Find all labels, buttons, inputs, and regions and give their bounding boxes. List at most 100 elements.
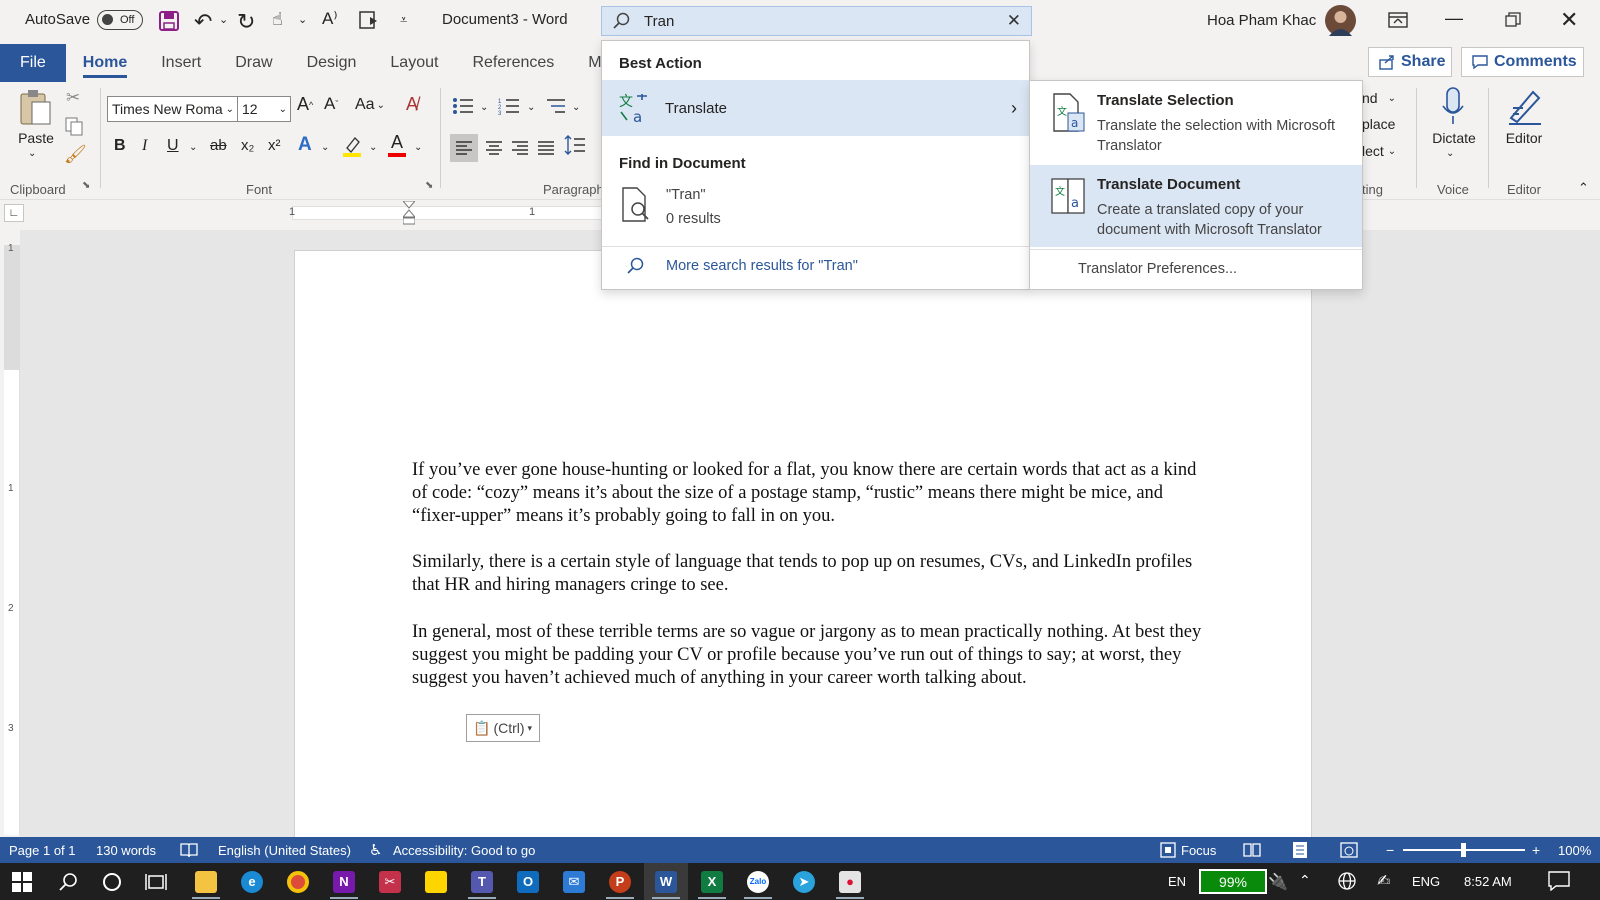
paste-dropdown-icon[interactable]: ⌄	[28, 148, 36, 159]
task-view-icon[interactable]	[134, 863, 178, 900]
numbering-icon[interactable]: 123	[498, 96, 520, 116]
power-plug-icon[interactable]: 🔌	[1268, 872, 1288, 892]
chevron-up-icon[interactable]: ⌃	[1299, 872, 1311, 889]
zalo-icon[interactable]: Zalo	[736, 863, 780, 900]
mail-icon[interactable]: ✉	[552, 863, 596, 900]
subscript-button[interactable]: x₂	[241, 137, 254, 154]
multilevel-dropdown-icon[interactable]: ⌄	[572, 102, 580, 113]
grow-font-icon[interactable]: A ^	[297, 94, 313, 115]
battery-indicator[interactable]: 99%	[1199, 869, 1267, 894]
change-case-button[interactable]: Aa ⌄	[355, 96, 385, 114]
editor-label[interactable]: Editor	[1500, 130, 1548, 146]
tab-design[interactable]: Design	[290, 54, 374, 82]
highlight-dropdown-icon[interactable]: ⌄	[369, 142, 377, 153]
file-explorer-icon[interactable]	[184, 863, 228, 900]
input-language[interactable]: EN	[1168, 874, 1186, 889]
tab-home[interactable]: Home	[66, 54, 144, 82]
strikethrough-button[interactable]: ab	[210, 137, 227, 154]
underline-button[interactable]: U	[167, 137, 179, 155]
autosave-toggle[interactable]: Off	[97, 10, 143, 30]
font-name-combo[interactable]: Times New Roma ⌄	[107, 96, 238, 122]
font-color-icon[interactable]: A	[388, 132, 406, 157]
font-size-combo[interactable]: 12 ⌄	[237, 96, 291, 122]
sticky-notes-icon[interactable]	[414, 863, 458, 900]
paste-icon[interactable]	[18, 88, 54, 128]
zoom-in-icon[interactable]: +	[1532, 837, 1540, 863]
redo-icon[interactable]: ↻	[237, 9, 255, 35]
word-icon[interactable]: W	[644, 863, 688, 900]
form-icon[interactable]	[358, 9, 380, 31]
translator-preferences-item[interactable]: Translator Preferences...	[1078, 261, 1237, 277]
more-search-results[interactable]: More search results for "Tran"	[602, 251, 1029, 287]
tab-insert[interactable]: Insert	[144, 54, 218, 82]
teams-icon[interactable]: T	[460, 863, 504, 900]
restore-icon[interactable]	[1505, 12, 1521, 28]
tab-file[interactable]: File	[0, 44, 66, 82]
collapse-ribbon-icon[interactable]: ⌃	[1578, 180, 1589, 196]
line-spacing-icon[interactable]	[564, 134, 586, 156]
text-effects-dropdown-icon[interactable]: ⌄	[321, 142, 329, 153]
multilevel-list-icon[interactable]	[545, 96, 567, 116]
page-count[interactable]: Page 1 of 1	[9, 837, 76, 863]
notifications-icon[interactable]	[1548, 871, 1570, 894]
align-right-icon[interactable]	[508, 134, 532, 162]
paste-options-button[interactable]: 📋 (Ctrl) ▾	[466, 714, 540, 742]
language-indicator[interactable]: ENG	[1412, 874, 1440, 889]
edge-icon[interactable]: e	[230, 863, 274, 900]
proofing-icon[interactable]	[180, 837, 198, 863]
zoom-level[interactable]: 100%	[1558, 837, 1591, 863]
microphone-icon[interactable]	[1440, 86, 1466, 126]
user-name[interactable]: Hoa Pham Khac	[1207, 12, 1316, 29]
dictate-label[interactable]: Dictate	[1430, 130, 1478, 146]
copy-icon[interactable]	[64, 116, 84, 136]
bullets-dropdown-icon[interactable]: ⌄	[480, 102, 488, 113]
chrome-icon[interactable]	[276, 863, 320, 900]
clear-search-icon[interactable]: ✕	[1007, 11, 1021, 31]
web-layout-icon[interactable]	[1340, 837, 1358, 863]
numbering-dropdown-icon[interactable]: ⌄	[527, 102, 535, 113]
underline-dropdown-icon[interactable]: ⌄	[189, 142, 197, 153]
read-aloud-icon[interactable]: A⁾	[322, 9, 338, 29]
search-icon[interactable]	[46, 863, 90, 900]
translate-selection-item[interactable]: 文a Translate Selection Translate the sel…	[1030, 81, 1362, 165]
customize-qat-icon[interactable]: ⩡	[400, 12, 407, 28]
find-button[interactable]: nd ⌄	[1362, 90, 1396, 106]
print-layout-icon[interactable]	[1292, 837, 1308, 863]
cortana-icon[interactable]	[90, 863, 134, 900]
undo-icon[interactable]: ↶	[194, 9, 212, 35]
find-result-item[interactable]: "Tran" 0 results	[602, 179, 1029, 237]
font-size-dropdown-icon[interactable]: ⌄	[276, 104, 290, 115]
align-left-icon[interactable]	[450, 134, 478, 162]
superscript-button[interactable]: x²	[268, 137, 281, 154]
save-icon[interactable]	[158, 10, 180, 32]
indent-marker-icon[interactable]	[401, 200, 417, 230]
clock[interactable]: 8:52 AM	[1464, 874, 1512, 889]
translate-action[interactable]: 文a Translate ›	[602, 80, 1029, 136]
search-box[interactable]: ✕	[601, 6, 1032, 36]
document-page[interactable]	[294, 250, 1312, 850]
focus-button[interactable]: Focus	[1181, 837, 1216, 863]
clipboard-launcher-icon[interactable]: ⬊	[82, 180, 90, 191]
paste-label[interactable]: Paste	[15, 130, 57, 146]
translate-document-item[interactable]: 文a Translate Document Create a translate…	[1030, 165, 1362, 247]
minimize-icon[interactable]: —	[1445, 8, 1463, 29]
paint-icon[interactable]: ●	[828, 863, 872, 900]
font-launcher-icon[interactable]: ⬊	[425, 180, 433, 191]
search-input[interactable]	[644, 12, 1007, 30]
dictate-dropdown-icon[interactable]: ⌄	[1446, 148, 1454, 159]
accessibility-status[interactable]: Accessibility: Good to go	[393, 837, 535, 863]
italic-button[interactable]: I	[142, 137, 147, 155]
comments-button[interactable]: Comments	[1461, 47, 1584, 77]
touch-mode-icon[interactable]: ☝	[272, 9, 283, 30]
language-status[interactable]: English (United States)	[218, 837, 351, 863]
touch-dropdown-icon[interactable]: ⌄	[298, 13, 307, 26]
editor-icon[interactable]	[1505, 86, 1545, 126]
clear-formatting-icon[interactable]: A̸	[406, 94, 418, 115]
replace-button[interactable]: place	[1362, 116, 1395, 132]
document-paragraph[interactable]: Similarly, there is a certain style of l…	[412, 551, 1202, 597]
shrink-font-icon[interactable]: Aˇ	[324, 94, 338, 114]
vertical-ruler[interactable]: 1 1 2 3	[4, 243, 20, 835]
share-button[interactable]: Share	[1368, 47, 1452, 77]
telegram-icon[interactable]: ➤	[782, 863, 826, 900]
excel-icon[interactable]: X	[690, 863, 734, 900]
